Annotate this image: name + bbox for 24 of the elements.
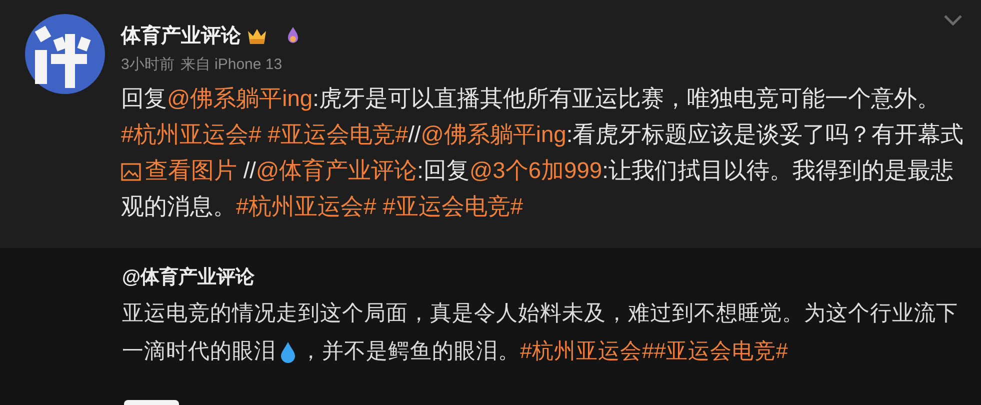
mention-link[interactable]: @佛系躺平ing — [420, 121, 566, 147]
topic-link[interactable]: #杭州亚运会# — [520, 339, 654, 363]
flame-badge-icon — [285, 26, 301, 46]
mention-link[interactable]: @佛系躺平ing — [167, 85, 313, 111]
topic-link[interactable]: #亚运会电竞# — [261, 121, 408, 147]
topic-link[interactable]: #亚运会电竞# — [654, 339, 788, 363]
image-thumbnail[interactable] — [124, 400, 179, 405]
mention-link[interactable]: @3个6加999 — [470, 157, 602, 183]
water-drop-icon — [280, 341, 296, 364]
view-image-link[interactable]: 查看图片 — [121, 157, 237, 183]
post-time: 3小时前 — [121, 55, 174, 74]
avatar-icon[interactable] — [25, 14, 105, 94]
topic-link[interactable]: #亚运会电竞# — [376, 193, 524, 219]
topic-link[interactable]: #杭州亚运会# — [236, 193, 376, 219]
mention-link[interactable]: @体育产业评论 — [256, 157, 418, 183]
repost-text: 亚运电竞的情况走到这个局面，真是令人始料未及，难过到不想睡觉。为这个行业流下一滴时代的眼泪 ，并不是鳄鱼的眼泪。#杭州亚运会##亚运会电竞# — [122, 300, 959, 366]
repost-author[interactable]: @体育产业评论 — [122, 264, 981, 290]
topic-link[interactable]: #杭州亚运会# — [121, 121, 262, 147]
post-source: 来自 iPhone 13 — [180, 55, 282, 74]
author-name[interactable]: 体育产业评论 — [121, 22, 241, 49]
crown-badge-icon — [247, 26, 267, 44]
chevron-down-icon[interactable] — [943, 14, 963, 26]
image-icon — [121, 162, 141, 181]
post-text: 回复@佛系躺平ing:虎牙是可以直播其他所有亚运比赛，唯独电竞可能一个意外。 #杭州亚运会# #亚运会电竞#//@佛系躺平ing:看虎牙标题应该是谈妥了吗？有开幕式 查看图片 //@体育产业评论:回复@3个6加999:让我们拭目以待。我得到的是最悲观的消息。#杭州亚运会# #亚运会电竞# — [121, 84, 965, 221]
